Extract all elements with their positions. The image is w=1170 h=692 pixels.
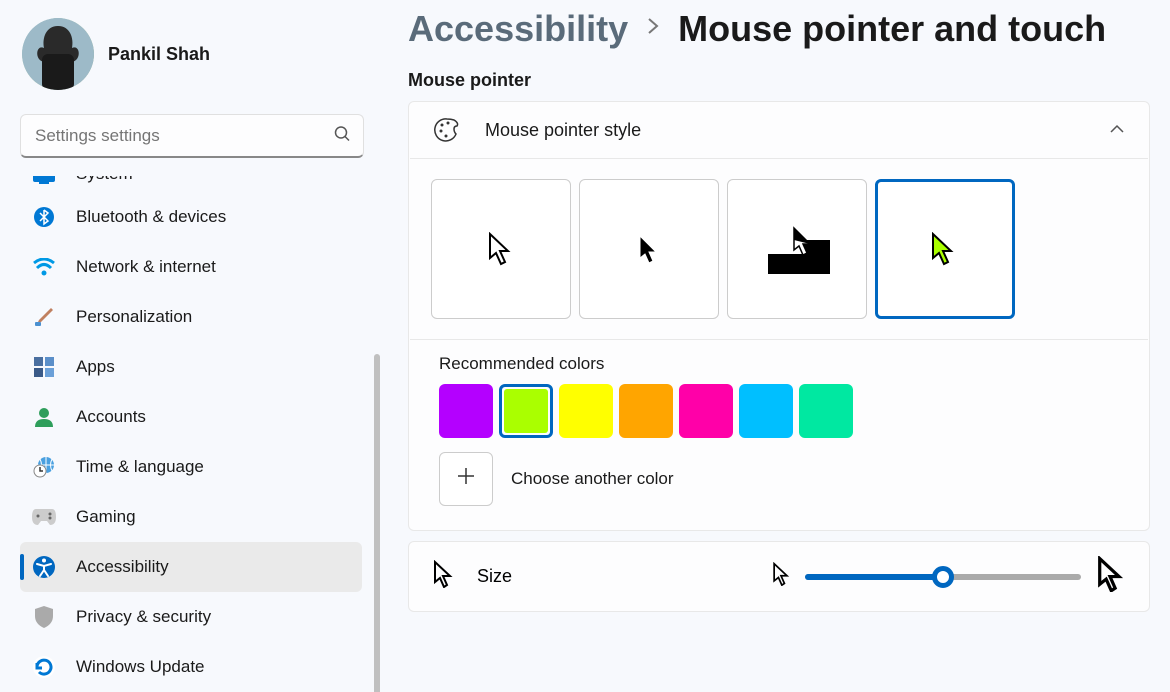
chevron-up-icon	[1109, 121, 1125, 139]
pointer-style-row	[409, 159, 1149, 339]
sidebar-item-label: Bluetooth & devices	[76, 207, 226, 227]
system-icon	[32, 176, 56, 188]
accessibility-icon	[32, 555, 56, 579]
size-row: Size	[409, 542, 1149, 611]
slider-thumb[interactable]	[932, 566, 954, 588]
breadcrumb: Accessibility Mouse pointer and touch	[408, 8, 1150, 50]
profile-name: Pankil Shah	[108, 44, 210, 65]
color-swatch[interactable]	[799, 384, 853, 438]
choose-color-label: Choose another color	[511, 469, 674, 489]
search-wrap	[20, 114, 364, 158]
update-icon	[32, 655, 56, 679]
search-icon	[334, 126, 350, 147]
sidebar-item-label: Privacy & security	[76, 607, 211, 627]
pointer-style-custom[interactable]	[875, 179, 1015, 319]
pointer-style-white[interactable]	[431, 179, 571, 319]
sidebar-item-label: Windows Update	[76, 657, 205, 677]
sidebar-item-system[interactable]: System	[20, 176, 362, 192]
gamepad-icon	[32, 505, 56, 529]
cursor-large-icon	[1095, 556, 1125, 597]
pointer-style-title: Mouse pointer style	[485, 120, 1085, 141]
sidebar-item-label: Accounts	[76, 407, 146, 427]
slider-wrap	[771, 556, 1125, 597]
pointer-style-header[interactable]: Mouse pointer style	[409, 102, 1149, 158]
color-swatch[interactable]	[739, 384, 793, 438]
sidebar-item-accounts[interactable]: Accounts	[20, 392, 362, 442]
color-swatch[interactable]	[619, 384, 673, 438]
sidebar-item-time[interactable]: Time & language	[20, 442, 362, 492]
sidebar-item-personalization[interactable]: Personalization	[20, 292, 362, 342]
size-slider[interactable]	[805, 574, 1081, 580]
profile[interactable]: Pankil Shah	[0, 18, 384, 90]
cursor-small-icon	[771, 562, 791, 591]
sidebar-item-privacy[interactable]: Privacy & security	[20, 592, 362, 642]
sidebar-item-bluetooth[interactable]: Bluetooth & devices	[20, 192, 362, 242]
cursor-icon	[433, 560, 453, 593]
clock-globe-icon	[32, 455, 56, 479]
palette-icon	[433, 116, 461, 144]
main: Accessibility Mouse pointer and touch Mo…	[384, 0, 1170, 692]
color-swatch[interactable]	[559, 384, 613, 438]
size-card: Size	[408, 541, 1150, 612]
breadcrumb-parent[interactable]: Accessibility	[408, 8, 628, 50]
sidebar-item-gaming[interactable]: Gaming	[20, 492, 362, 542]
sidebar-item-label: Personalization	[76, 307, 192, 327]
brush-icon	[32, 305, 56, 329]
recommended-colors-label: Recommended colors	[439, 354, 1119, 374]
sidebar: Pankil Shah System Bluetooth & devices N…	[0, 0, 384, 692]
section-label: Mouse pointer	[408, 70, 1150, 91]
add-color-button[interactable]	[439, 452, 493, 506]
color-swatch[interactable]	[439, 384, 493, 438]
apps-icon	[32, 355, 56, 379]
page-title: Mouse pointer and touch	[678, 8, 1106, 50]
sidebar-item-label: Network & internet	[76, 257, 216, 277]
scrollbar[interactable]	[374, 354, 380, 692]
sidebar-item-label: Time & language	[76, 457, 204, 477]
slider-fill	[805, 574, 943, 580]
plus-icon	[456, 465, 476, 493]
pointer-style-card: Mouse pointer style Recommended colors	[408, 101, 1150, 531]
pointer-style-inverted[interactable]	[727, 179, 867, 319]
bluetooth-icon	[32, 205, 56, 229]
chevron-right-icon	[646, 17, 660, 41]
wifi-icon	[32, 255, 56, 279]
pointer-style-black[interactable]	[579, 179, 719, 319]
color-swatch[interactable]	[499, 384, 553, 438]
size-label: Size	[477, 566, 747, 587]
choose-color-row: Choose another color	[439, 452, 1119, 506]
shield-icon	[32, 605, 56, 629]
search-input[interactable]	[20, 114, 364, 158]
sidebar-item-network[interactable]: Network & internet	[20, 242, 362, 292]
sidebar-item-label: System	[76, 176, 133, 184]
sidebar-item-apps[interactable]: Apps	[20, 342, 362, 392]
sidebar-item-label: Gaming	[76, 507, 136, 527]
sidebar-item-update[interactable]: Windows Update	[20, 642, 362, 692]
colors-section: Recommended colors Choose another color	[409, 340, 1149, 530]
color-swatch[interactable]	[679, 384, 733, 438]
sidebar-item-label: Accessibility	[76, 557, 169, 577]
person-icon	[32, 405, 56, 429]
swatch-row	[439, 384, 1119, 438]
nav: System Bluetooth & devices Network & int…	[0, 176, 384, 692]
avatar	[22, 18, 94, 90]
sidebar-item-label: Apps	[76, 357, 115, 377]
sidebar-item-accessibility[interactable]: Accessibility	[20, 542, 362, 592]
